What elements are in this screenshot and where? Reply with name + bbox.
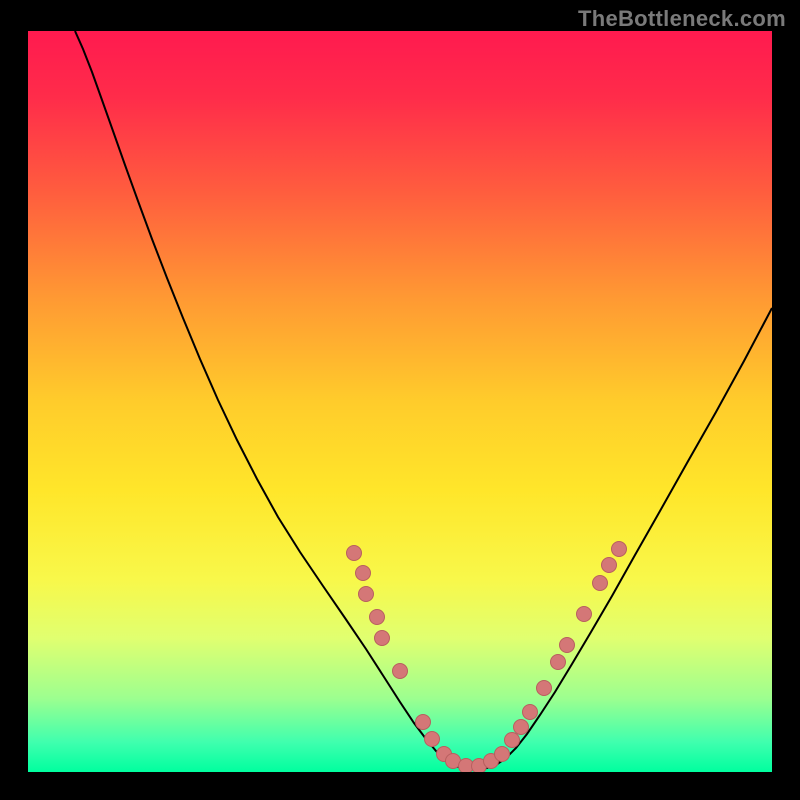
data-dot (514, 720, 529, 735)
data-dot (560, 638, 575, 653)
data-dot (359, 587, 374, 602)
data-dot (537, 681, 552, 696)
data-dot (577, 607, 592, 622)
data-dot (370, 610, 385, 625)
plot-area (28, 31, 772, 772)
data-dot (602, 558, 617, 573)
data-dot (612, 542, 627, 557)
data-dot (425, 732, 440, 747)
data-dot (356, 566, 371, 581)
chart-frame: TheBottleneck.com (0, 0, 800, 800)
gradient-background (28, 31, 772, 772)
watermark-label: TheBottleneck.com (578, 6, 786, 32)
data-dot (551, 655, 566, 670)
data-dot (347, 546, 362, 561)
data-dot (495, 747, 510, 762)
data-dot (416, 715, 431, 730)
data-dot (505, 733, 520, 748)
data-dot (375, 631, 390, 646)
data-dot (523, 705, 538, 720)
bottleneck-chart (28, 31, 772, 772)
data-dot (593, 576, 608, 591)
data-dot (393, 664, 408, 679)
